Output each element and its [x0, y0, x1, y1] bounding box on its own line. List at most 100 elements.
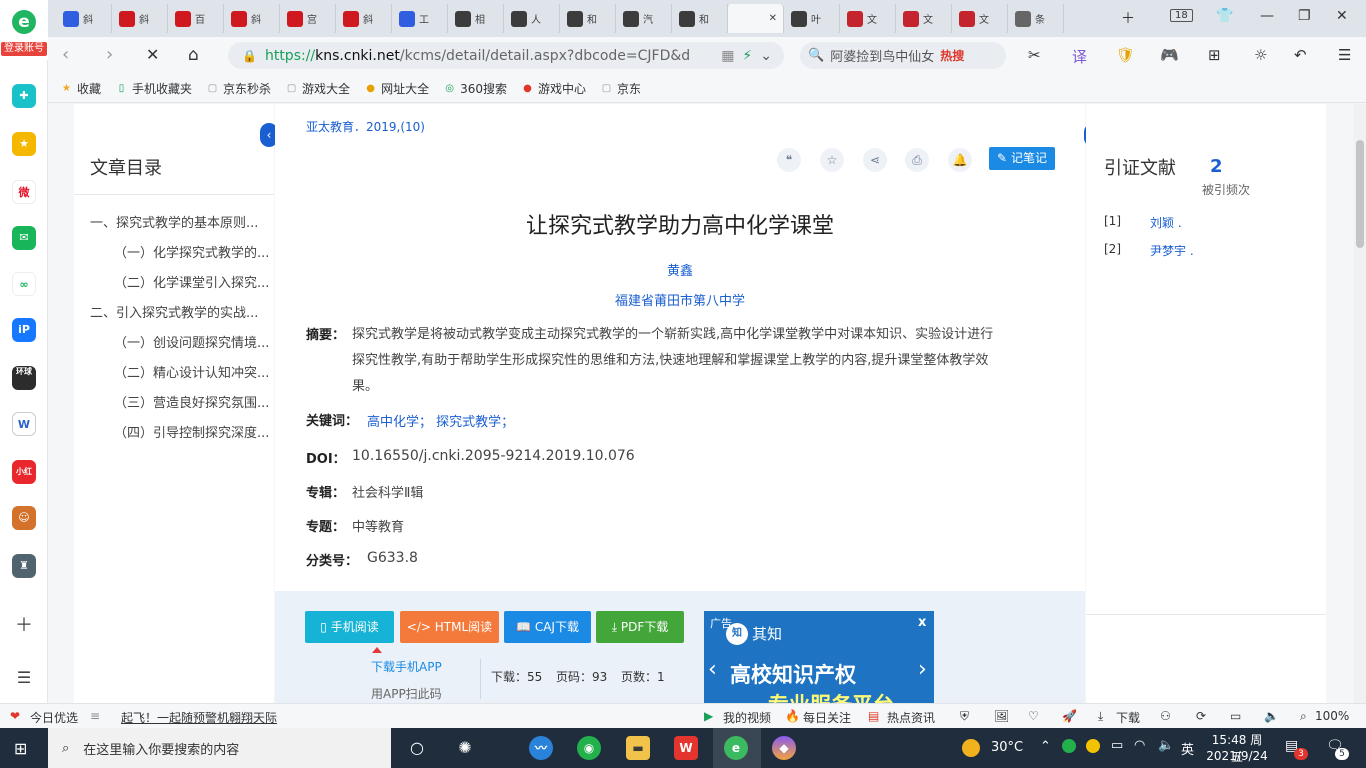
word-doc-icon[interactable]: W [12, 412, 36, 436]
wifi-icon[interactable]: ◠ [1134, 738, 1145, 753]
download-app-link[interactable]: 下载手机APP [371, 658, 442, 675]
game-character-icon[interactable]: ☺ [12, 506, 36, 530]
browser-tab[interactable]: 和 [672, 4, 728, 33]
keywords-links[interactable]: 高中化学； 探究式教学； [367, 411, 514, 430]
mail-icon[interactable]: ✉ [12, 226, 36, 250]
lightning-icon[interactable]: ⚡ [742, 48, 752, 64]
tab-count-badge[interactable]: 18 [1170, 9, 1193, 22]
clock-date[interactable]: 2021/9/24 [1206, 749, 1268, 763]
citation-author-link[interactable]: 尹梦宇 . [1150, 242, 1194, 259]
active-tab[interactable]: ✕ [728, 4, 784, 33]
browser-tab[interactable]: 斜 [336, 4, 392, 33]
drop-app-icon[interactable]: ◆ [772, 736, 796, 760]
browser-tab[interactable]: 文 [952, 4, 1008, 33]
ime-indicator[interactable]: 英 [1181, 739, 1194, 758]
search-box[interactable]: 🔍 阿婆捡到鸟中仙女 热搜 [800, 42, 1006, 69]
task-view-icon[interactable]: ○ [405, 736, 429, 760]
battery-icon[interactable]: ▭ [1111, 738, 1123, 753]
bookmark-item[interactable]: ▢ 京东秒杀 [206, 80, 271, 97]
institution-link[interactable]: 福建省莆田市第八中学 [275, 290, 1085, 309]
browser-tab[interactable]: 和 [560, 4, 616, 33]
stop-loading-button[interactable]: ✕ [146, 46, 159, 64]
maximize-button[interactable]: ❐ [1298, 8, 1311, 24]
forward-button[interactable]: › [106, 46, 113, 64]
html-read-button[interactable]: </> HTML阅读 [400, 611, 499, 643]
plus-service-icon[interactable]: ✚ [12, 84, 36, 108]
take-note-button[interactable]: ✎ 记笔记 [989, 147, 1055, 170]
image-icon[interactable]: 🖼 [994, 709, 1009, 723]
wps-icon[interactable]: W [674, 736, 698, 760]
taskbar-search[interactable]: ⌕ 在这里输入你要搜索的内容 [48, 728, 391, 768]
list-icon[interactable]: ☰ [12, 666, 36, 690]
today-picks-link[interactable]: 今日优选 [30, 709, 78, 726]
browser-tab[interactable]: 文 [896, 4, 952, 33]
browser-tab[interactable]: 条 [1008, 4, 1064, 33]
pinwheel-app-icon[interactable]: ✺ [453, 736, 477, 760]
favorites-star-icon[interactable]: ★ [12, 132, 36, 156]
bookmark-item[interactable]: ★ 收藏 [60, 80, 101, 97]
citation-count[interactable]: 2 [1210, 156, 1223, 177]
game-controller-icon[interactable]: 🎮 [1160, 46, 1179, 64]
back-button[interactable]: ‹ [62, 46, 69, 64]
toc-item[interactable]: （二）精心设计认知冲突... [114, 362, 269, 381]
browser-tab[interactable]: 人 [504, 4, 560, 33]
login-account-badge[interactable]: 登录账号 [1, 42, 47, 56]
bookmark-item[interactable]: ▢ 京东 [600, 80, 641, 97]
window-icon[interactable]: ▭ [1230, 709, 1241, 723]
network-icon[interactable]: ⚇ [1160, 709, 1171, 723]
bookmark-item[interactable]: ◎ 360搜索 [443, 80, 507, 97]
url-bar[interactable]: 🔒 https://kns.cnki.net/kcms/detail/detai… [228, 42, 784, 69]
tray-chevron-up-icon[interactable]: ⌃ [1040, 739, 1051, 754]
toc-item[interactable]: （一）化学探究式教学的... [114, 242, 269, 261]
browser-tab[interactable]: 斜 [56, 4, 112, 33]
journal-source[interactable]: 亚太教育．2019,(10) [306, 118, 425, 135]
hot-news-link[interactable]: 热点资讯 [887, 709, 935, 726]
home-button[interactable]: ⌂ [188, 46, 199, 64]
toc-item[interactable]: （四）引导控制探究深度... [114, 422, 269, 441]
caj-download-button[interactable]: 📖 CAJ下载 [504, 611, 591, 643]
browser-tab[interactable]: 叶 [784, 4, 840, 33]
mobile-read-button[interactable]: ▯ 手机阅读 [305, 611, 394, 643]
add-app-icon[interactable]: ＋ [12, 614, 36, 638]
toc-item[interactable]: （一）创设问题探究情境... [114, 332, 269, 351]
security-shield-icon[interactable]: ⛨ [960, 709, 969, 724]
ad-prev-arrow-icon[interactable]: ‹ [708, 657, 717, 682]
scrollbar-thumb[interactable] [1356, 140, 1364, 248]
zoom-level[interactable]: 100% [1315, 709, 1349, 723]
browser-logo[interactable]: e 登录账号 [0, 0, 48, 60]
refresh-icon[interactable]: ⟳ [1196, 709, 1206, 723]
apps-grid-icon[interactable]: ⊞ [1208, 46, 1221, 64]
bookmark-item[interactable]: ▯ 手机收藏夹 [115, 80, 192, 97]
pdf-download-button[interactable]: ⤓ PDF下载 [596, 611, 684, 643]
bird-app-icon[interactable]: 〰 [529, 736, 553, 760]
ad-next-arrow-icon[interactable]: › [918, 657, 927, 682]
favorite-star-icon[interactable]: ☆ [820, 148, 844, 172]
citation-author-link[interactable]: 刘颖 . [1150, 214, 1182, 231]
toc-item[interactable]: （三）营造良好探究氛围... [114, 392, 269, 411]
bookmark-item[interactable]: ▢ 游戏大全 [285, 80, 350, 97]
menu-icon[interactable]: ☰ [1338, 46, 1351, 64]
browser-tab[interactable]: 斜 [224, 4, 280, 33]
tray-yellow-icon[interactable] [1086, 739, 1100, 753]
ip-icon[interactable]: iP [12, 318, 36, 342]
scissors-icon[interactable]: ✂ [1028, 46, 1041, 64]
browser-tab[interactable]: 百 [168, 4, 224, 33]
shield-coupon-icon[interactable]: 🛡 [1116, 46, 1135, 64]
toc-item[interactable]: 二、引入探究式教学的实战... [90, 302, 258, 321]
link-icon[interactable]: ∞ [12, 272, 36, 296]
print-icon[interactable]: ⎙ [905, 148, 929, 172]
minimize-button[interactable]: — [1260, 8, 1274, 24]
browser-tab[interactable]: 汽 [616, 4, 672, 33]
windows-start-icon[interactable]: ⊞ [14, 739, 27, 758]
browser-tab[interactable]: 宫 [280, 4, 336, 33]
undo-icon[interactable]: ↶ [1294, 46, 1307, 64]
wechat-icon[interactable]: ◉ [577, 736, 601, 760]
rocket-icon[interactable]: 🚀 [1062, 709, 1077, 723]
download-link[interactable]: 下载 [1116, 709, 1140, 726]
toc-item[interactable]: 一、探究式教学的基本原则... [90, 212, 258, 231]
bell-icon[interactable]: 🔔 [948, 148, 972, 172]
speaker-icon[interactable]: 🔈 [1158, 738, 1174, 753]
toc-item[interactable]: （二）化学课堂引入探究... [114, 272, 269, 291]
pubg-game-icon[interactable]: ♜ [12, 554, 36, 578]
file-explorer-icon[interactable]: ▬ [626, 736, 650, 760]
